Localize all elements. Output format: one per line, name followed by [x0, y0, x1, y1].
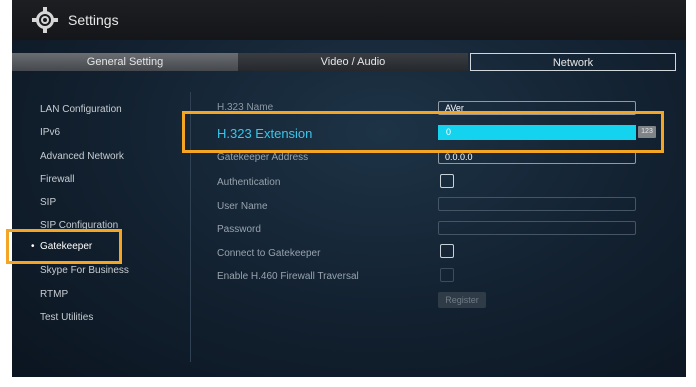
gatekeeper-address-label: Gatekeeper Address	[217, 152, 309, 163]
sidebar-item-ipv6[interactable]: IPv6	[40, 127, 60, 138]
sidebar-item-skype-for-business[interactable]: Skype For Business	[40, 265, 129, 276]
title-bar: Settings	[12, 0, 686, 40]
user-name-input[interactable]	[438, 197, 636, 211]
sidebar-item-advanced-network[interactable]: Advanced Network	[40, 151, 124, 162]
tab-video-audio[interactable]: Video / Audio	[238, 53, 468, 71]
password-input[interactable]	[438, 221, 636, 235]
password-label: Password	[217, 224, 261, 235]
sidebar-item-test-utilities[interactable]: Test Utilities	[40, 312, 93, 323]
highlight-h323-extension	[182, 111, 664, 153]
sidebar-item-rtmp[interactable]: RTMP	[40, 289, 68, 300]
enable-h460-label: Enable H.460 Firewall Traversal	[217, 271, 359, 282]
settings-window: Settings General Setting Video / Audio N…	[12, 0, 686, 377]
sidebar-item-sip[interactable]: SIP	[40, 197, 56, 208]
user-name-label: User Name	[217, 201, 268, 212]
window-title: Settings	[68, 12, 119, 28]
highlight-gatekeeper	[6, 229, 122, 264]
authentication-checkbox[interactable]	[440, 174, 454, 188]
connect-to-gatekeeper-checkbox[interactable]	[440, 244, 454, 258]
sidebar-item-firewall[interactable]: Firewall	[40, 174, 74, 185]
enable-h460-checkbox[interactable]	[440, 268, 454, 282]
authentication-label: Authentication	[217, 177, 281, 188]
tab-network[interactable]: Network	[470, 53, 676, 71]
connect-to-gatekeeper-label: Connect to Gatekeeper	[217, 248, 321, 259]
tab-bar: General Setting Video / Audio Network	[12, 53, 686, 71]
sidebar-item-lan-configuration[interactable]: LAN Configuration	[40, 104, 122, 115]
register-button[interactable]: Register	[438, 292, 486, 308]
tab-general-setting[interactable]: General Setting	[12, 53, 238, 71]
